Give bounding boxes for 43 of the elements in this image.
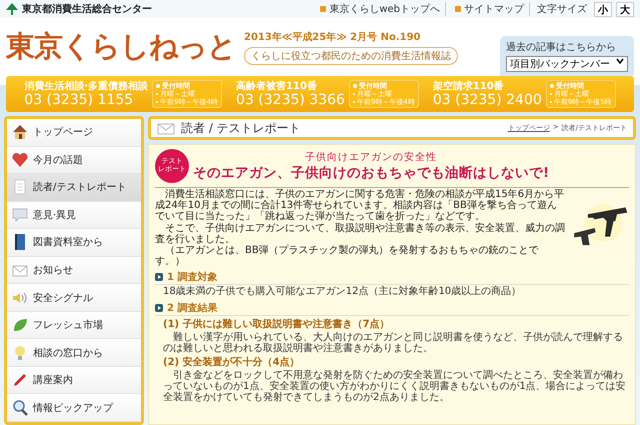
page-title: 読者 / テストレポート	[181, 120, 302, 136]
hotline-name: 消費生活相談·多重債務相談	[24, 80, 148, 93]
backnumber-label: 過去の記事はこちらから	[506, 40, 617, 54]
font-size-button[interactable]: 大	[616, 2, 634, 16]
issue-number: 2013年≪平成25年≫ 2月号 No.190	[244, 30, 422, 44]
backnumber-select[interactable]: 項目別バックナンバー	[506, 56, 628, 72]
header-link[interactable]: 東京くらしwebトップへ	[315, 2, 446, 16]
phone-number: 03 (3235) 3366	[236, 93, 345, 109]
header-link[interactable]: サイトマップ	[450, 2, 530, 16]
house-icon	[11, 123, 29, 142]
finding-heading: (2) 安全装置が不十分（4点）	[163, 355, 301, 369]
finding-heading: (1) 子供には難しい取扱説明書や注意書き（7点）	[163, 317, 391, 330]
search-icon	[11, 398, 29, 417]
section-heading: 2 調査結果	[167, 301, 218, 314]
sidebar-item[interactable]: トップページ	[7, 119, 141, 147]
finding-text: 引き金などをロックして不用意な発射を防ぐための安全装置について調べたところ、安全装置が備わっていないものが1点、安全装置の使い方がわかりにくく説明書きもないものが1点、場合によっては安全装置をかけていても発射できてしまうものが2点ありました。	[163, 370, 627, 404]
tagline: くらしに役立つ都民のための消費生活情報誌	[244, 46, 458, 64]
section-bullet-icon	[155, 304, 163, 312]
article-title: そのエアガン、子供向けのおもちゃでも油断はしないで!	[193, 164, 550, 182]
section-heading: 1 調査対象	[167, 270, 218, 284]
sidebar-item[interactable]: 読者/テストレポート	[7, 174, 141, 202]
sidebar-item[interactable]: 今月の話題	[7, 146, 141, 174]
phone-number: 03 (3235) 2400	[432, 93, 542, 109]
sidebar-item[interactable]: 意見·異見	[7, 202, 141, 230]
section-text: 18歳未満の子供でも購入可能なエアガン12点（主に対象年齢10歳以上の商品）	[163, 286, 522, 298]
hotline-name: 架空請求110番	[432, 80, 505, 93]
paragraph: そこで、子供向けエアガンについて、取扱説明や注意書き等の表示、安全装置、威力の調査を行いました。	[155, 222, 565, 245]
caret-icon	[616, 57, 624, 65]
paragraph: 消費生活相談窓口には、子供のエアガンに関する危害・危険の相談が平成15年6月から平成24年10月までの間に合計13件寄せられています。相談内容は「BB弾を撃ち合って遊んでいて目に当たった」「跳ね返った弾が当たって歯を折った」などです。	[155, 189, 565, 222]
section-bullet-icon	[155, 273, 163, 282]
site-logo[interactable]: 東京くらしねっと	[6, 27, 236, 67]
finding-text: 難しい漢字が用いられている、大人向けのエアガンと同じ説明書を使うなど、子供が読んで理解するのは難しいと思われる取扱説明書や注意書きがありました。	[163, 332, 624, 354]
article-subtitle: 子供向けエアガンの安全性	[305, 150, 438, 164]
paragraph: （エアガンとは、BB弾（プラスチック製の弾丸）を発射するおもちゃの銃のことです。）	[155, 244, 540, 268]
font-size-label: 文字サイズ	[536, 2, 588, 16]
heart-icon	[11, 150, 29, 169]
font-size-button[interactable]: 小	[594, 2, 612, 16]
sidebar-item[interactable]: お知らせ	[7, 256, 141, 284]
organization-name: 東京都消費生活総合センター	[22, 2, 153, 16]
phone-number: 03 (3235) 1155	[24, 93, 134, 109]
hotline-name: 高齢者被害110番	[236, 79, 318, 93]
speech-bubble-icon	[11, 206, 29, 224]
envelope-icon	[157, 121, 175, 135]
